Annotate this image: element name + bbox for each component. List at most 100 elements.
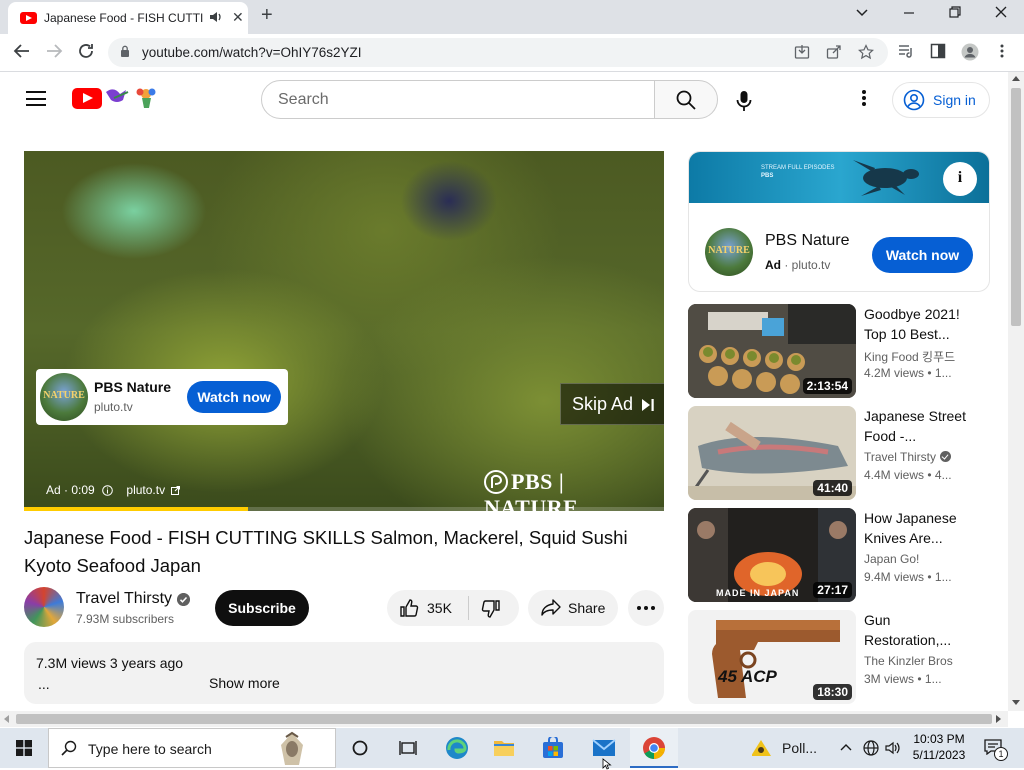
notification-count: 1 xyxy=(994,747,1008,761)
like-count[interactable]: 35K xyxy=(427,600,452,616)
description-box[interactable]: 7.3M views 3 years ago ... Show more xyxy=(24,642,664,704)
player-ad-card[interactable]: NATURE PBS Nature pluto.tv Watch now xyxy=(36,369,288,425)
network-globe-icon[interactable] xyxy=(860,728,882,768)
forward-arrow-icon[interactable] xyxy=(44,42,64,65)
related-channel[interactable]: The Kinzler Bros xyxy=(864,654,953,668)
media-controls-icon[interactable] xyxy=(896,43,916,63)
minimize-icon[interactable] xyxy=(899,5,919,22)
vertical-scrollbar[interactable] xyxy=(1008,72,1024,711)
mail-icon[interactable] xyxy=(580,728,628,770)
settings-more-icon[interactable] xyxy=(856,88,872,108)
related-video[interactable]: 45 ACP 18:30 Gun Restoration,... The Kin… xyxy=(688,610,990,704)
close-window-icon[interactable] xyxy=(991,5,1011,22)
voice-search-button[interactable] xyxy=(728,84,760,116)
browser-tab[interactable]: Japanese Food - FISH CUTTING SKILLS Salm… xyxy=(8,2,248,34)
edge-browser-icon[interactable] xyxy=(432,728,480,768)
related-title[interactable]: Goodbye 2021! Top 10 Best... xyxy=(864,304,976,344)
ad-watch-now-button[interactable]: Watch now xyxy=(187,381,281,413)
search-input[interactable] xyxy=(278,89,638,111)
sidebar-ad[interactable]: STREAM FULL EPISODES PBS i NATURE PBS Na… xyxy=(688,151,990,292)
related-video[interactable]: MADE IN JAPAN 27:17 How Japanese Knives … xyxy=(688,508,990,602)
ad-banner-image[interactable]: STREAM FULL EPISODES PBS i xyxy=(689,152,989,203)
related-views: 9.4M views • 1... xyxy=(864,570,952,584)
share-button[interactable]: Share xyxy=(528,590,618,626)
restore-icon[interactable] xyxy=(945,5,965,22)
related-title[interactable]: Gun Restoration,... xyxy=(864,610,976,650)
tab-audio-icon[interactable] xyxy=(209,10,223,27)
share-page-icon[interactable] xyxy=(824,44,844,64)
pbs-nature-logo: NATURE xyxy=(40,373,88,421)
channel-name[interactable]: Travel Thirsty xyxy=(76,590,172,608)
ad-progress-fill xyxy=(24,507,248,511)
related-thumbnail[interactable]: 45 ACP 18:30 xyxy=(688,610,856,704)
new-tab-icon[interactable]: + xyxy=(261,4,273,27)
search-button[interactable] xyxy=(654,80,718,119)
related-thumbnail[interactable]: 2:13:54 xyxy=(688,304,856,398)
search-box[interactable] xyxy=(261,80,655,119)
side-panel-icon[interactable] xyxy=(928,43,948,63)
address-bar[interactable]: youtube.com/watch?v=OhIY76s2YZI xyxy=(108,38,888,67)
related-title[interactable]: Japanese Street Food -... xyxy=(864,406,976,446)
notification-center-icon[interactable]: 1 xyxy=(978,728,1018,768)
taskbar-search-label: Type here to search xyxy=(88,741,212,757)
ad-info: Ad · 0:09 pluto.tv xyxy=(46,483,181,497)
related-thumbnail[interactable]: 41:40 xyxy=(688,406,856,500)
related-title[interactable]: How Japanese Knives Are... xyxy=(864,508,976,548)
ad-progress-bar[interactable] xyxy=(24,507,664,511)
doodle-logo[interactable] xyxy=(104,84,158,110)
scroll-down-arrow-icon[interactable] xyxy=(1012,700,1020,705)
youtube-logo[interactable] xyxy=(72,88,102,109)
ad-info-icon[interactable]: i xyxy=(943,162,977,196)
cortana-icon[interactable] xyxy=(336,728,384,768)
chrome-browser-icon[interactable] xyxy=(630,728,678,768)
scroll-left-arrow-icon[interactable] xyxy=(4,715,9,723)
subscribe-button[interactable]: Subscribe xyxy=(215,590,309,626)
url-text[interactable]: youtube.com/watch?v=OhIY76s2YZI xyxy=(142,45,362,60)
more-actions-button[interactable] xyxy=(628,590,664,626)
browser-menu-icon[interactable] xyxy=(992,43,1012,63)
reload-icon[interactable] xyxy=(76,42,96,65)
horizontal-scroll-thumb[interactable] xyxy=(16,714,992,724)
horizontal-scrollbar[interactable] xyxy=(0,711,1008,727)
channel-avatar[interactable] xyxy=(24,587,64,627)
tab-close-icon[interactable]: ✕ xyxy=(232,9,244,26)
sidebar-watch-now-button[interactable]: Watch now xyxy=(872,237,973,273)
bookmark-star-icon[interactable] xyxy=(856,44,876,64)
related-channel[interactable]: King Food 킹푸드 xyxy=(864,348,955,365)
related-channel[interactable]: Japan Go! xyxy=(864,552,919,566)
taskbar-search[interactable]: Type here to search xyxy=(48,728,336,768)
microsoft-store-icon[interactable] xyxy=(528,728,576,768)
profile-icon[interactable] xyxy=(960,43,980,65)
thumbs-up-icon[interactable] xyxy=(399,598,419,618)
weather-widget[interactable]: Poll... xyxy=(748,728,834,768)
show-more-button[interactable]: Show more xyxy=(209,675,280,691)
ad-site-link[interactable]: pluto.tv xyxy=(126,483,165,497)
sidebar-ad-sub: Ad · pluto.tv xyxy=(765,258,831,272)
scroll-up-arrow-icon[interactable] xyxy=(1012,76,1020,81)
related-video[interactable]: 2:13:54 Goodbye 2021! Top 10 Best... Kin… xyxy=(688,304,990,398)
sign-in-button[interactable]: Sign in xyxy=(892,82,990,118)
thumbs-down-icon[interactable] xyxy=(481,599,501,619)
video-player[interactable]: NATURE PBS Nature pluto.tv Watch now Ski… xyxy=(24,151,664,511)
task-view-icon[interactable] xyxy=(384,728,432,768)
pollen-icon xyxy=(752,740,771,756)
vertical-scroll-thumb[interactable] xyxy=(1011,88,1021,326)
back-arrow-icon[interactable] xyxy=(12,42,32,65)
related-thumbnail[interactable]: MADE IN JAPAN 27:17 xyxy=(688,508,856,602)
lock-icon[interactable] xyxy=(120,45,130,57)
hamburger-menu-icon[interactable] xyxy=(26,91,46,106)
ad-banner-text: STREAM FULL EPISODES PBS xyxy=(761,165,835,179)
install-app-icon[interactable] xyxy=(792,44,812,64)
ad-info-icon[interactable] xyxy=(102,485,113,496)
tab-search-chevron-icon[interactable] xyxy=(852,5,872,22)
skip-ad-button[interactable]: Skip Ad xyxy=(560,383,664,425)
system-clock[interactable]: 10:03 PM 5/11/2023 xyxy=(904,731,974,763)
video-duration: 18:30 xyxy=(813,684,852,700)
related-channel[interactable]: Travel Thirsty xyxy=(864,450,952,464)
related-video[interactable]: 41:40 Japanese Street Food -... Travel T… xyxy=(688,406,990,500)
tray-chevron-icon[interactable] xyxy=(836,728,856,768)
volume-icon[interactable] xyxy=(882,728,904,768)
file-explorer-icon[interactable] xyxy=(480,728,528,768)
scroll-right-arrow-icon[interactable] xyxy=(996,715,1001,723)
start-button[interactable] xyxy=(0,728,48,768)
